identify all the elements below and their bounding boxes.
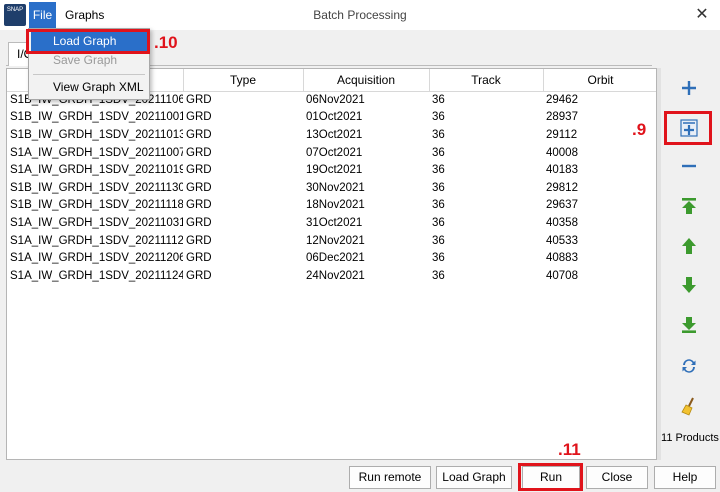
table-cell: S1B_IW_GRDH_1SDV_20211001T041... [10, 111, 183, 124]
product-count: 11 Products [661, 432, 719, 444]
table-cell: S1B_IW_GRDH_1SDV_20211130T041... [10, 181, 183, 194]
menu-separator [33, 74, 145, 75]
table-row[interactable]: S1A_IW_GRDH_1SDV_20211019T04...GRD 19Oct2… [7, 161, 656, 179]
table-cell: 40533 [546, 234, 578, 247]
table-cell: 40008 [546, 146, 578, 159]
table-cell: S1B_IW_GRDH_1SDV_20211013T041... [10, 128, 183, 141]
snap-app-icon: SNAP [4, 4, 26, 26]
column-header-type[interactable]: Type [183, 69, 304, 92]
annotation-label-10: .10 [154, 33, 178, 52]
menu-file[interactable]: File [29, 2, 56, 28]
table-row[interactable]: S1B_IW_GRDH_1SDV_20211130T041...GRD 30Nov… [7, 179, 656, 197]
table-cell: 36 [432, 146, 445, 159]
annotation-box-add-opened [664, 111, 712, 145]
column-header-acquisition[interactable]: Acquisition [303, 69, 430, 92]
table-row[interactable]: S1A_IW_GRDH_1SDV_20211124T04...GRD 24Nov2… [7, 267, 656, 285]
table-cell: 19Oct2021 [306, 164, 363, 177]
table-row[interactable]: S1A_IW_GRDH_1SDV_20211112T04...GRD 12Nov2… [7, 232, 656, 250]
table-row[interactable]: S1B_IW_GRDH_1SDV_20211118T041...GRD 18Nov… [7, 197, 656, 215]
close-button[interactable]: Close [586, 466, 648, 489]
table-cell: 12Nov2021 [306, 234, 365, 247]
table-cell: 06Dec2021 [306, 252, 365, 265]
close-window-icon[interactable]: ✕ [690, 3, 714, 27]
table-cell: S1B_IW_GRDH_1SDV_20211118T041... [10, 199, 183, 212]
product-table: Type Acquisition Track Orbit S1B_IW_GRDH… [6, 68, 657, 460]
run-remote-button[interactable]: Run remote [349, 466, 431, 489]
move-bottom-icon[interactable] [673, 309, 705, 341]
table-cell: S1A_IW_GRDH_1SDV_20211112T04... [10, 234, 183, 247]
table-cell: GRD [186, 181, 212, 194]
table-cell: GRD [186, 269, 212, 282]
refresh-icon[interactable] [673, 350, 705, 382]
table-cell: 29462 [546, 94, 578, 107]
table-cell: 36 [432, 199, 445, 212]
table-cell: 24Nov2021 [306, 269, 365, 282]
table-row[interactable]: S1B_IW_GRDH_1SDV_20211001T041...GRD 01Oct… [7, 109, 656, 127]
annotation-box-load-graph [26, 29, 150, 54]
table-cell: 40883 [546, 252, 578, 265]
table-cell: 36 [432, 94, 445, 107]
table-row[interactable]: S1A_IW_GRDH_1SDV_20211206T04...GRD 06Dec2… [7, 249, 656, 267]
table-cell: GRD [186, 252, 212, 265]
move-top-icon[interactable] [673, 190, 705, 222]
remove-icon[interactable] [673, 150, 705, 182]
annotation-label-11: .11 [558, 440, 581, 459]
menu-graphs[interactable]: Graphs [58, 2, 111, 28]
table-cell: GRD [186, 216, 212, 229]
load-graph-button[interactable]: Load Graph [436, 466, 512, 489]
table-cell: GRD [186, 234, 212, 247]
table-cell: 36 [432, 181, 445, 194]
table-row[interactable]: S1B_IW_GRDH_1SDV_20211013T041...GRD 13Oct… [7, 126, 656, 144]
table-cell: GRD [186, 199, 212, 212]
table-cell: 36 [432, 216, 445, 229]
table-cell: 31Oct2021 [306, 216, 363, 229]
menu-item-view-graph-xml[interactable]: View Graph XML [31, 78, 147, 97]
table-cell: 29812 [546, 181, 578, 194]
table-cell: 13Oct2021 [306, 128, 363, 141]
table-cell: 30Nov2021 [306, 181, 365, 194]
table-cell: 01Oct2021 [306, 111, 363, 124]
move-up-icon[interactable] [673, 230, 705, 262]
table-cell: 40183 [546, 164, 578, 177]
table-cell: 36 [432, 269, 445, 282]
table-cell: S1A_IW_GRDH_1SDV_20211019T04... [10, 164, 183, 177]
table-row[interactable]: S1A_IW_GRDH_1SDV_20211031T04...GRD 31Oct2… [7, 214, 656, 232]
table-cell: GRD [186, 94, 212, 107]
table-cell: S1A_IW_GRDH_1SDV_20211124T04... [10, 269, 183, 282]
column-header-track[interactable]: Track [429, 69, 544, 92]
table-cell: 40358 [546, 216, 578, 229]
move-down-icon[interactable] [673, 269, 705, 301]
table-row[interactable]: S1A_IW_GRDH_1SDV_20211007T04...GRD 07Oct2… [7, 144, 656, 162]
table-cell: GRD [186, 146, 212, 159]
table-cell: 36 [432, 164, 445, 177]
table-cell: 40708 [546, 269, 578, 282]
table-cell: GRD [186, 111, 212, 124]
table-cell: S1A_IW_GRDH_1SDV_20211031T04... [10, 216, 183, 229]
table-cell: GRD [186, 164, 212, 177]
title-bar: SNAP File Graphs Batch Processing ✕ [0, 0, 720, 30]
table-cell: GRD [186, 128, 212, 141]
annotation-label-9: .9 [632, 120, 647, 139]
table-scrollbar[interactable] [657, 68, 661, 460]
table-cell: 36 [432, 111, 445, 124]
table-cell: 36 [432, 234, 445, 247]
table-cell: 18Nov2021 [306, 199, 365, 212]
annotation-box-run [518, 463, 583, 491]
column-header-orbit[interactable]: Orbit [543, 69, 656, 92]
table-cell: 06Nov2021 [306, 94, 365, 107]
table-cell: S1A_IW_GRDH_1SDV_20211007T04... [10, 146, 183, 159]
clear-icon[interactable] [673, 390, 705, 422]
table-cell: 36 [432, 252, 445, 265]
add-icon[interactable] [673, 72, 705, 104]
table-cell: S1A_IW_GRDH_1SDV_20211206T04... [10, 252, 183, 265]
table-cell: 07Oct2021 [306, 146, 363, 159]
table-cell: 36 [432, 128, 445, 141]
help-button[interactable]: Help [654, 466, 716, 489]
table-cell: 29637 [546, 199, 578, 212]
window-title: Batch Processing [313, 8, 407, 22]
